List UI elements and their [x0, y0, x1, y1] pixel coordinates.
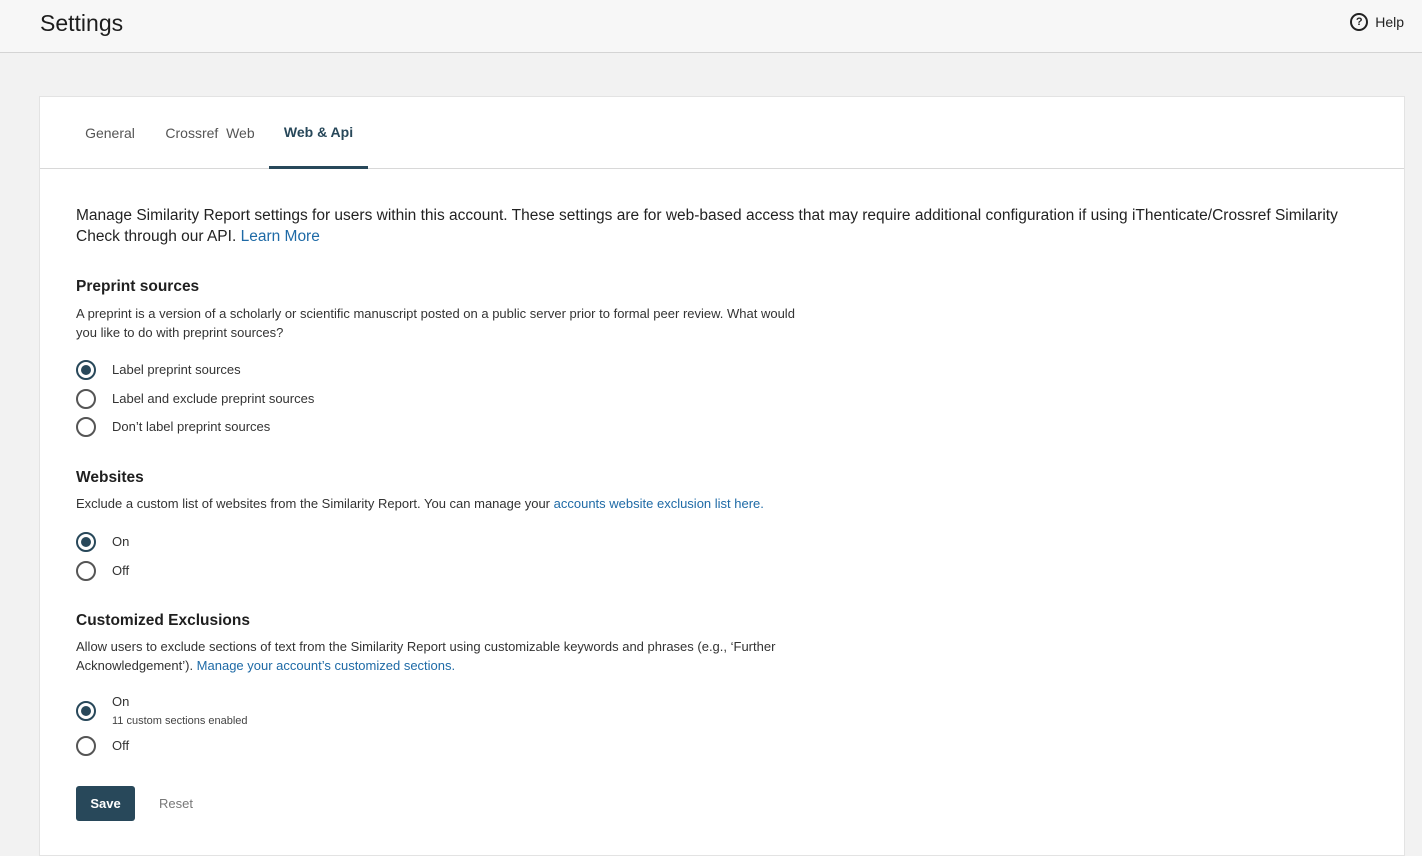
- intro-text: Manage Similarity Report settings for us…: [76, 205, 1376, 247]
- settings-card: General Crossref Web Web & Api Manage Si…: [39, 96, 1405, 856]
- radio-label: Don’t label preprint sources: [112, 417, 270, 437]
- radio-checked[interactable]: [76, 532, 96, 552]
- websites-option-on[interactable]: On: [76, 532, 129, 552]
- preprint-description-line1: A preprint is a version of a scholarly o…: [76, 305, 795, 324]
- preprint-option-dont-label[interactable]: Don’t label preprint sources: [76, 417, 270, 437]
- websites-description: Exclude a custom list of websites from t…: [76, 495, 764, 514]
- exclusions-description: Allow users to exclude sections of text …: [76, 638, 775, 675]
- radio-unchecked[interactable]: [76, 736, 96, 756]
- custom-sections-count: 11 custom sections enabled: [112, 711, 248, 731]
- exclusions-option-off[interactable]: Off: [76, 736, 129, 756]
- radio-label: Off: [112, 561, 129, 581]
- top-bar: Settings ? Help: [0, 0, 1422, 53]
- exclusions-description-line2: Acknowledgement’).: [76, 658, 197, 673]
- radio-label: Off: [112, 736, 129, 756]
- page-title: Settings: [40, 10, 123, 37]
- tab-general[interactable]: General: [78, 97, 142, 168]
- radio-checked[interactable]: [76, 701, 96, 721]
- preprint-option-label[interactable]: Label preprint sources: [76, 360, 241, 380]
- radio-label: On: [112, 692, 248, 712]
- radio-label-group: On 11 custom sections enabled: [112, 692, 248, 731]
- save-button[interactable]: Save: [76, 786, 135, 821]
- preprint-description-line2: you like to do with preprint sources?: [76, 324, 795, 343]
- tab-web-api[interactable]: Web & Api: [269, 97, 368, 169]
- learn-more-link[interactable]: Learn More: [241, 228, 320, 245]
- radio-label: On: [112, 532, 129, 552]
- exclusions-option-on[interactable]: On 11 custom sections enabled: [76, 692, 248, 731]
- tab-bar: General Crossref Web Web & Api: [40, 97, 1404, 169]
- radio-checked[interactable]: [76, 360, 96, 380]
- preprint-description: A preprint is a version of a scholarly o…: [76, 305, 795, 342]
- radio-label: Label preprint sources: [112, 360, 241, 380]
- websites-title: Websites: [76, 469, 144, 487]
- radio-unchecked[interactable]: [76, 417, 96, 437]
- radio-label: Label and exclude preprint sources: [112, 389, 314, 409]
- preprint-option-label-exclude[interactable]: Label and exclude preprint sources: [76, 389, 314, 409]
- question-circle-icon: ?: [1350, 13, 1368, 31]
- exclusions-description-line1: Allow users to exclude sections of text …: [76, 638, 775, 657]
- websites-option-off[interactable]: Off: [76, 561, 129, 581]
- radio-unchecked[interactable]: [76, 389, 96, 409]
- websites-description-text: Exclude a custom list of websites from t…: [76, 496, 554, 511]
- reset-button[interactable]: Reset: [159, 786, 193, 821]
- preprint-title: Preprint sources: [76, 278, 199, 296]
- exclusions-title: Customized Exclusions: [76, 612, 250, 630]
- customized-sections-link[interactable]: Manage your account’s customized section…: [197, 658, 455, 673]
- radio-unchecked[interactable]: [76, 561, 96, 581]
- tab-crossref-web[interactable]: Crossref Web: [160, 97, 260, 168]
- help-label: Help: [1375, 14, 1404, 30]
- website-exclusion-link[interactable]: accounts website exclusion list here.: [554, 496, 764, 511]
- help-button[interactable]: ? Help: [1350, 13, 1404, 31]
